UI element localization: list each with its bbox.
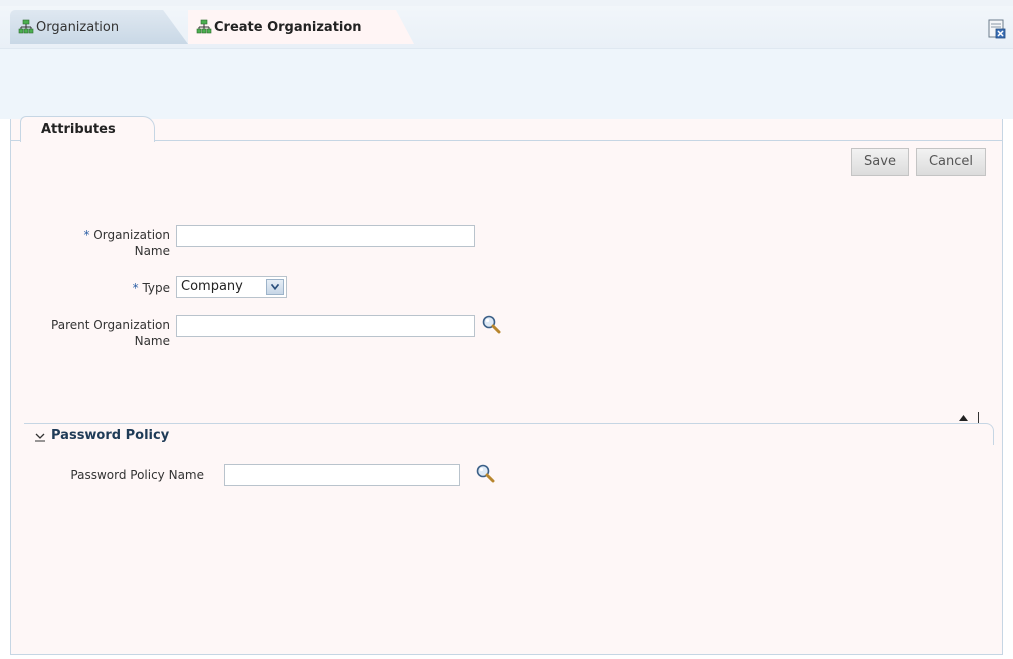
tab-strip-top-line (0, 0, 1013, 6)
required-marker: * (132, 281, 139, 295)
required-marker: * (83, 228, 90, 242)
save-button[interactable]: Save (851, 148, 909, 176)
type-label: * Type (60, 280, 170, 296)
chevron-down-icon[interactable] (34, 430, 46, 442)
parent-org-label-line2: Name (134, 334, 170, 348)
password-policy-header (24, 423, 994, 445)
parent-org-label: Parent Organization Name (20, 317, 170, 349)
subtab-attributes-label: Attributes (41, 122, 116, 137)
org-name-label: * Organization Name (40, 227, 170, 259)
org-name-label-line1: Organization (93, 228, 170, 242)
search-icon[interactable] (481, 314, 501, 334)
org-name-label-line2: Name (134, 244, 170, 258)
password-policy-name-label: Password Policy Name (70, 468, 204, 482)
parent-org-input[interactable] (176, 315, 475, 337)
tab-create-organization[interactable]: Create Organization (188, 10, 414, 44)
tab-create-organization-label: Create Organization (214, 19, 362, 35)
type-select[interactable]: Company (176, 276, 287, 298)
subtab-attributes[interactable]: Attributes (20, 116, 155, 142)
password-policy-title[interactable]: Password Policy (51, 428, 169, 443)
type-label-text: Type (142, 281, 170, 295)
type-select-value: Company (181, 279, 243, 294)
organization-icon (196, 19, 212, 34)
tab-organization-label: Organization (36, 19, 120, 35)
panel-top-border (10, 140, 1002, 141)
organization-icon (18, 19, 34, 34)
cancel-button[interactable]: Cancel (916, 148, 986, 176)
attributes-panel (10, 119, 1003, 655)
password-policy-name-input[interactable] (224, 464, 460, 486)
tab-organization[interactable]: Organization (10, 10, 188, 44)
search-icon[interactable] (475, 463, 495, 483)
org-name-input[interactable] (176, 225, 475, 247)
arrow-up-icon (959, 415, 968, 421)
close-tab-icon[interactable] (987, 19, 1007, 39)
parent-org-label-line1: Parent Organization (51, 318, 170, 332)
header-band (0, 49, 1013, 119)
chevron-down-icon (266, 279, 284, 295)
